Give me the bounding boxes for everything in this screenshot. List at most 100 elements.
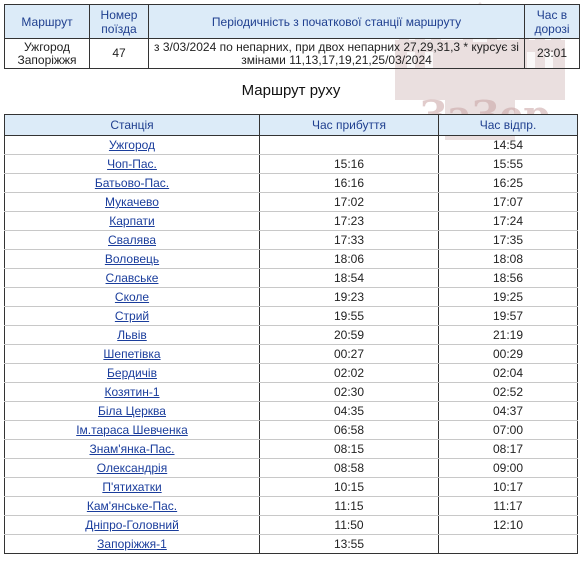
arrival-time: 15:16 [259, 154, 439, 174]
station-cell: Кам'янське-Пас. [4, 496, 260, 516]
station-link[interactable]: Запоріжжя-1 [97, 537, 167, 551]
header-arrival: Час прибуття [259, 114, 439, 136]
table-row: Кам'янське-Пас. 11:15 11:17 [4, 496, 578, 516]
arrival-time: 19:55 [259, 306, 439, 326]
station-link[interactable]: Знам'янка-Пас. [89, 442, 174, 456]
station-link[interactable]: Воловець [105, 252, 159, 266]
table-row: Біла Церква 04:35 04:37 [4, 401, 578, 421]
train-info-table: Маршрут Номер поїзда Періодичність з поч… [4, 4, 580, 69]
arrival-time: 00:27 [259, 344, 439, 364]
arrival-time: 17:02 [259, 192, 439, 212]
arrival-time: 11:15 [259, 496, 439, 516]
station-link[interactable]: Козятин-1 [104, 385, 159, 399]
table-row: Бердичів 02:02 02:04 [4, 363, 578, 383]
departure-time: 00:29 [438, 344, 578, 364]
header-route: Маршрут [4, 4, 90, 39]
table-row: Львів 20:59 21:19 [4, 325, 578, 345]
departure-time: 17:07 [438, 192, 578, 212]
station-link[interactable]: Дніпро-Головний [85, 518, 179, 532]
departure-time: 07:00 [438, 420, 578, 440]
route-from: Ужгород [23, 39, 71, 54]
station-cell: Шепетівка [4, 344, 260, 364]
station-cell: Чоп-Пас. [4, 154, 260, 174]
station-cell: Славське [4, 268, 260, 288]
table-row: Ім.тараса Шевченка 06:58 07:00 [4, 420, 578, 440]
arrival-time: 08:15 [259, 439, 439, 459]
station-link[interactable]: Олександрія [97, 461, 167, 475]
station-link[interactable]: Карпати [109, 214, 154, 228]
station-cell: Запоріжжя-1 [4, 534, 260, 554]
station-cell: Знам'янка-Пас. [4, 439, 260, 459]
table-row: Знам'янка-Пас. 08:15 08:17 [4, 439, 578, 459]
station-link[interactable]: Ім.тараса Шевченка [76, 423, 188, 437]
station-link[interactable]: Батьово-Пас. [95, 176, 169, 190]
arrival-time: 18:54 [259, 268, 439, 288]
station-cell: Сколе [4, 287, 260, 307]
arrival-time: 13:55 [259, 534, 439, 554]
departure-time: 09:00 [438, 458, 578, 478]
station-link[interactable]: Шепетівка [103, 347, 160, 361]
arrival-time: 16:16 [259, 173, 439, 193]
arrival-time: 04:35 [259, 401, 439, 421]
table-row: Воловець 18:06 18:08 [4, 249, 578, 269]
header-station: Станція [4, 114, 260, 136]
arrival-time: 18:06 [259, 249, 439, 269]
header-travel-time: Час в дорозі [524, 4, 580, 39]
departure-time: 11:17 [438, 496, 578, 516]
departure-time: 10:17 [438, 477, 578, 497]
station-rows: Ужгород 14:54 Чоп-Пас. 15:16 15:55 Батьово-Па… [4, 135, 578, 554]
station-link[interactable]: Ужгород [109, 138, 155, 152]
arrival-time: 20:59 [259, 325, 439, 345]
station-link[interactable]: Сколе [115, 290, 149, 304]
table-row: Козятин-1 02:30 02:52 [4, 382, 578, 402]
table-row: П'ятихатки 10:15 10:17 [4, 477, 578, 497]
arrival-time: 17:23 [259, 211, 439, 231]
table-row: Свалява 17:33 17:35 [4, 230, 578, 250]
station-link[interactable]: Славське [106, 271, 159, 285]
departure-time: 15:55 [438, 154, 578, 174]
station-link[interactable]: Кам'янське-Пас. [87, 499, 177, 513]
departure-time: 16:25 [438, 173, 578, 193]
route-title: Маршрут руху [241, 82, 341, 99]
departure-time [438, 534, 578, 554]
station-link[interactable]: Львів [117, 328, 147, 342]
departure-time: 02:04 [438, 363, 578, 383]
station-cell: Олександрія [4, 458, 260, 478]
arrival-time: 10:15 [259, 477, 439, 497]
station-cell: Воловець [4, 249, 260, 269]
table-row: Запоріжжя-1 13:55 [4, 534, 578, 554]
station-link[interactable]: Бердичів [107, 366, 157, 380]
station-cell: Бердичів [4, 363, 260, 383]
arrival-time [259, 135, 439, 155]
periodicity-text: з 3/03/2024 по непарних, при двох непарн… [148, 38, 525, 69]
travel-time: 23:01 [524, 38, 580, 69]
station-link[interactable]: Стрий [115, 309, 149, 323]
station-link[interactable]: Мукачево [105, 195, 159, 209]
station-cell: Козятин-1 [4, 382, 260, 402]
arrival-time: 06:58 [259, 420, 439, 440]
table-row: Карпати 17:23 17:24 [4, 211, 578, 231]
table-row: Мукачево 17:02 17:07 [4, 192, 578, 212]
station-link[interactable]: Біла Церква [98, 404, 166, 418]
departure-time: 18:08 [438, 249, 578, 269]
departure-time: 12:10 [438, 515, 578, 535]
departure-time: 18:56 [438, 268, 578, 288]
table-row: Сколе 19:23 19:25 [4, 287, 578, 307]
station-cell: П'ятихатки [4, 477, 260, 497]
departure-time: 19:25 [438, 287, 578, 307]
departure-time: 19:57 [438, 306, 578, 326]
departure-time: 14:54 [438, 135, 578, 155]
arrival-time: 17:33 [259, 230, 439, 250]
station-cell: Дніпро-Головний [4, 515, 260, 535]
table-row: Чоп-Пас. 15:16 15:55 [4, 154, 578, 174]
table-row: Олександрія 08:58 09:00 [4, 458, 578, 478]
table-row: Дніпро-Головний 11:50 12:10 [4, 515, 578, 535]
table-row: Шепетівка 00:27 00:29 [4, 344, 578, 364]
table-row: Ужгород 14:54 [4, 135, 578, 155]
departure-time: 08:17 [438, 439, 578, 459]
station-link[interactable]: П'ятихатки [102, 480, 161, 494]
table-row: Батьово-Пас. 16:16 16:25 [4, 173, 578, 193]
station-link[interactable]: Чоп-Пас. [107, 157, 157, 171]
station-link[interactable]: Свалява [108, 233, 156, 247]
station-cell: Свалява [4, 230, 260, 250]
